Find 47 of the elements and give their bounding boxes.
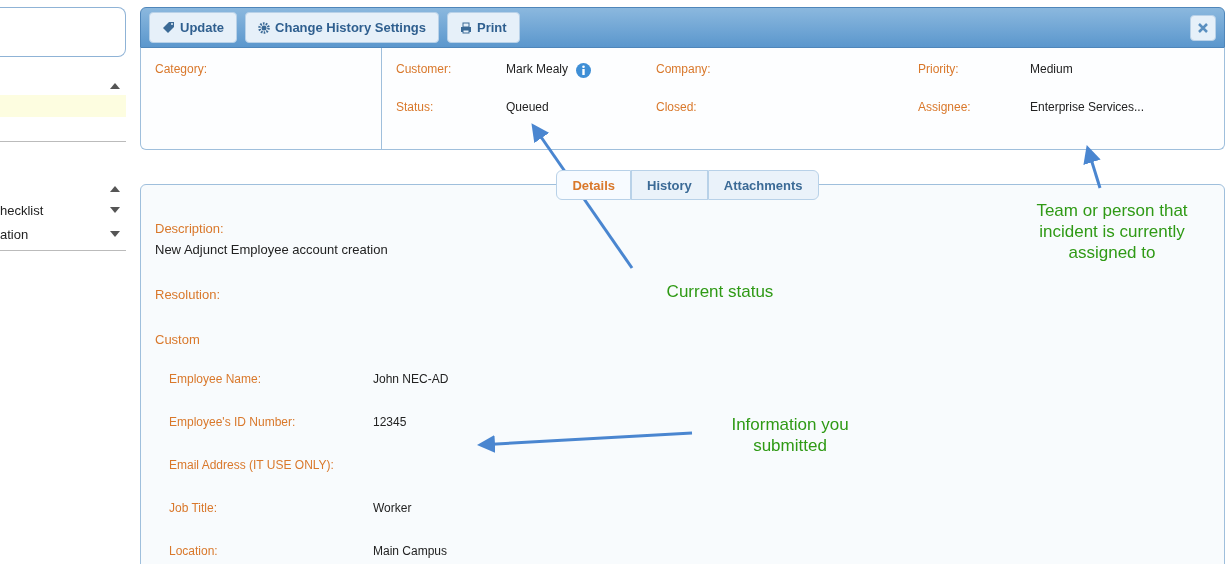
field-label: Customer: xyxy=(396,62,452,76)
info-icon[interactable] xyxy=(576,63,591,78)
tab[interactable]: History xyxy=(631,170,708,200)
description-text: New Adjunct Employee account creation xyxy=(155,242,388,257)
sidebar-item[interactable]: hecklist xyxy=(0,202,44,218)
field-label: Description: xyxy=(155,221,224,236)
tab[interactable]: Details xyxy=(556,170,632,200)
toolbar-button[interactable]: Print xyxy=(447,12,520,43)
field-value: Worker xyxy=(373,501,412,515)
close-icon xyxy=(1198,22,1208,33)
field-label: Priority: xyxy=(918,62,959,76)
annotation-text: Information you submitted xyxy=(730,414,850,456)
annotation-arrow xyxy=(1083,145,1102,189)
field-label: Closed: xyxy=(656,100,697,114)
sidebar-item[interactable]: ation xyxy=(0,226,29,242)
collapse-caret-icon[interactable] xyxy=(110,83,120,89)
field-value: Main Campus xyxy=(373,544,448,558)
gear-icon xyxy=(258,21,271,34)
field-label: Assignee: xyxy=(918,100,971,114)
field-value: Medium xyxy=(1030,62,1073,76)
field-value: Enterprise Services... xyxy=(1030,100,1145,114)
tab[interactable]: Attachments xyxy=(707,170,819,200)
field-label: Status: xyxy=(396,100,434,114)
tag-icon xyxy=(162,21,175,34)
toolbar-button[interactable]: Update xyxy=(149,12,238,43)
field-label: Employee's ID Number: xyxy=(169,415,296,429)
field-value: 12345 xyxy=(373,415,407,429)
field-label: Email Address (IT USE ONLY): xyxy=(169,458,334,472)
annotation-text: Team or person that incident is currently assigned to xyxy=(1035,200,1189,263)
field-value: Queued xyxy=(506,100,549,114)
expand-caret-icon[interactable] xyxy=(110,231,120,237)
expand-caret-icon[interactable] xyxy=(110,207,120,213)
printer-icon xyxy=(460,21,473,34)
field-label: Category: xyxy=(155,62,208,76)
field-label: Job Title: xyxy=(169,501,218,515)
toolbar-button[interactable]: Change History Settings xyxy=(245,12,440,43)
field-label: Resolution: xyxy=(155,287,221,302)
search-field[interactable] xyxy=(0,7,126,57)
field-value: John NEC-AD xyxy=(373,372,449,386)
collapse-caret-icon[interactable] xyxy=(110,186,120,192)
field-label: Location: xyxy=(169,544,218,558)
field-label: Employee Name: xyxy=(169,372,262,386)
field-value: Mark Mealy xyxy=(506,62,568,76)
close-button[interactable] xyxy=(1190,14,1216,41)
field-label: Company: xyxy=(656,62,711,76)
section-heading: Custom xyxy=(155,332,200,347)
annotation-text: Current status xyxy=(665,281,775,302)
